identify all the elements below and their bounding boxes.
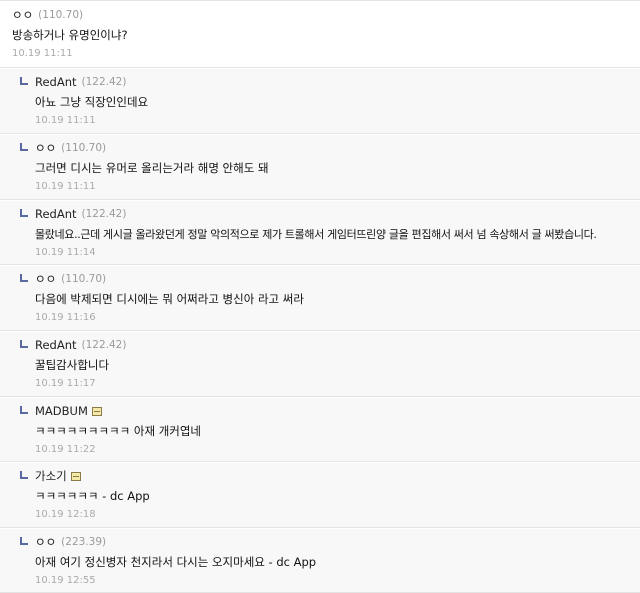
- ip-address: (122.42): [81, 76, 127, 88]
- comment-header: MADBUM: [35, 403, 102, 419]
- comment-header: ㅇㅇ (110.70): [35, 271, 106, 287]
- reply-arrow-icon: [20, 340, 28, 348]
- reply-comment: RedAnt (122.42) 꿀팁감사합니다 10.19 11:17: [0, 332, 640, 397]
- reply-comment: RedAnt (122.42) 몰랐네요..근데 게시글 올라왔던게 정말 악의적으…: [0, 201, 640, 265]
- reply-arrow-icon: [20, 537, 28, 545]
- comment-text: ㅋㅋㅋㅋㅋㅋㅋㅋㅋ 아재 개커엽네: [35, 424, 202, 438]
- reply-comment: ㅇㅇ (223.39) 아재 여기 정신병자 천지라서 다시는 오지마세요 - dc…: [0, 529, 640, 593]
- member-memo-icon[interactable]: [91, 406, 102, 416]
- reply-comment: MADBUM ㅋㅋㅋㅋㅋㅋㅋㅋㅋ 아재 개커엽네 10.19 11:22: [0, 398, 640, 462]
- comment-header: RedAnt (122.42): [35, 206, 126, 222]
- comment-date: 10.19 11:11: [12, 48, 73, 59]
- comment-date: 10.19 12:18: [35, 509, 96, 520]
- comment-text: 아재 여기 정신병자 천지라서 다시는 오지마세요 - dc App: [35, 555, 317, 569]
- nickname[interactable]: ㅇㅇ: [35, 140, 56, 156]
- reply-arrow-icon: [20, 406, 28, 414]
- comment-text: ㅋㅋㅋㅋㅋㅋ - dc App: [35, 489, 150, 503]
- comment-text: 꿀팁감사합니다: [35, 358, 110, 372]
- comment-date: 10.19 11:22: [35, 444, 96, 455]
- reply-arrow-icon: [20, 274, 28, 282]
- comment-header: 가소기: [35, 468, 81, 484]
- ip-address: (110.70): [38, 9, 84, 21]
- reply-arrow-icon: [20, 143, 28, 151]
- nickname[interactable]: ㅇㅇ: [12, 7, 33, 23]
- nickname[interactable]: ㅇㅇ: [35, 271, 56, 287]
- comment-header: ㅇㅇ (110.70): [12, 7, 83, 23]
- comment-text: 다음에 박제되면 디시에는 뭐 어쩌라고 병신아 라고 써라: [35, 292, 304, 306]
- nickname[interactable]: 가소기: [35, 468, 67, 484]
- reply-comment: RedAnt (122.42) 아뇨 그냥 직장인인데요 10.19 11:11: [0, 69, 640, 134]
- ip-address: (110.70): [61, 142, 107, 154]
- reply-arrow-icon: [20, 471, 28, 479]
- ip-address: (110.70): [61, 273, 107, 285]
- reply-comment: 가소기 ㅋㅋㅋㅋㅋㅋ - dc App 10.19 12:18: [0, 463, 640, 528]
- reply-comment: ㅇㅇ (110.70) 다음에 박제되면 디시에는 뭐 어쩌라고 병신아 라고 써라…: [0, 266, 640, 331]
- comment-date: 10.19 12:55: [35, 575, 96, 586]
- nickname[interactable]: MADBUM: [35, 404, 88, 418]
- nickname[interactable]: RedAnt: [35, 338, 77, 352]
- comment-date: 10.19 11:14: [35, 247, 96, 258]
- ip-address: (122.42): [81, 339, 127, 351]
- reply-arrow-icon: [20, 77, 28, 85]
- comment-text: 아뇨 그냥 직장인인데요: [35, 95, 149, 109]
- reply-comment: ㅇㅇ (110.70) 그러면 디시는 유머로 올리는거라 해명 안해도 돼 10.1…: [0, 135, 640, 200]
- top-divider: [0, 0, 640, 1]
- comment-list: ㅇㅇ (110.70) 방송하거나 유명인이냐? 10.19 11:11 RedAnt (…: [0, 0, 640, 593]
- comment-header: RedAnt (122.42): [35, 74, 126, 90]
- ip-address: (122.42): [81, 208, 127, 220]
- comment-header: ㅇㅇ (223.39): [35, 534, 106, 550]
- comment-date: 10.19 11:17: [35, 378, 96, 389]
- comment-text: 방송하거나 유명인이냐?: [12, 28, 128, 42]
- member-memo-icon[interactable]: [70, 471, 81, 481]
- comment-text: 그러면 디시는 유머로 올리는거라 해명 안해도 돼: [35, 161, 269, 175]
- comment-date: 10.19 11:11: [35, 181, 96, 192]
- nickname[interactable]: ㅇㅇ: [35, 534, 56, 550]
- comment-date: 10.19 11:16: [35, 312, 96, 323]
- comment: ㅇㅇ (110.70) 방송하거나 유명인이냐? 10.19 11:11: [0, 2, 640, 68]
- comment-text: 몰랐네요..근데 게시글 올라왔던게 정말 악의적으로 제가 트롤해서 게임터뜨…: [35, 228, 597, 241]
- ip-address: (223.39): [61, 536, 107, 548]
- nickname[interactable]: RedAnt: [35, 75, 77, 89]
- comment-header: RedAnt (122.42): [35, 337, 126, 353]
- nickname[interactable]: RedAnt: [35, 207, 77, 221]
- reply-arrow-icon: [20, 209, 28, 217]
- comment-date: 10.19 11:11: [35, 115, 96, 126]
- comment-header: ㅇㅇ (110.70): [35, 140, 106, 156]
